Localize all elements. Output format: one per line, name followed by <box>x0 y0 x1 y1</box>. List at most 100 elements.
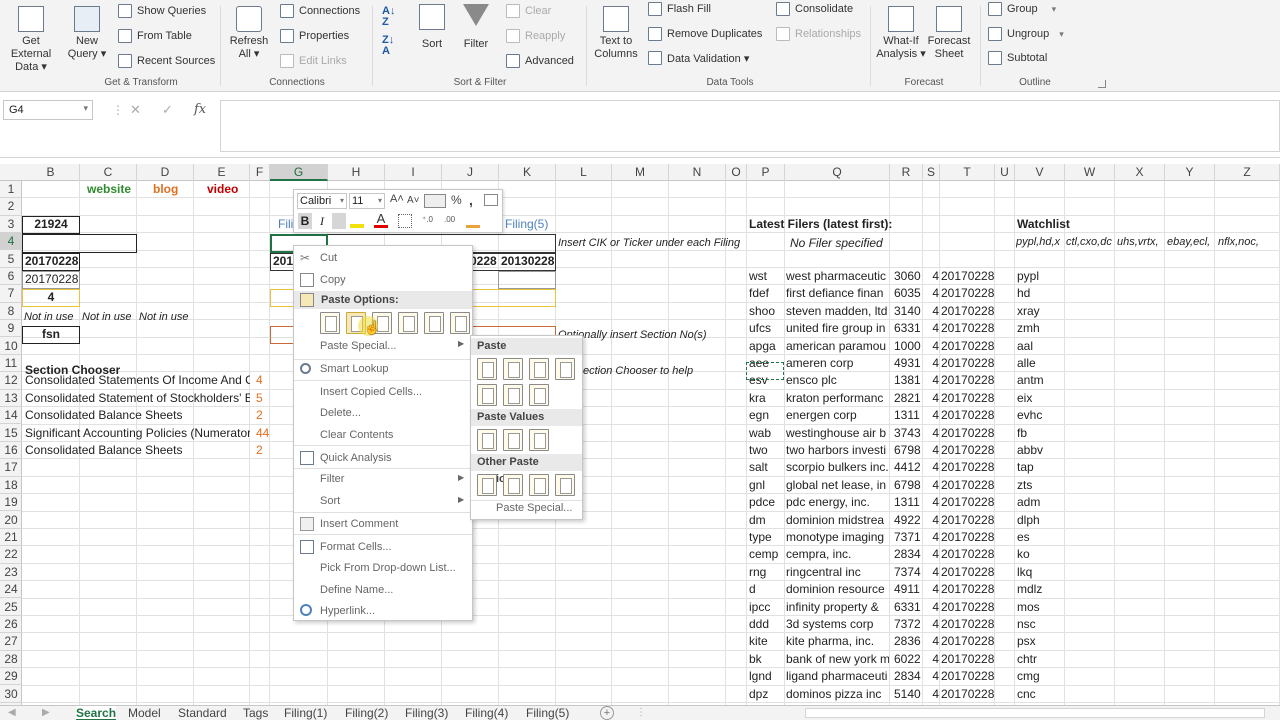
row-header-30[interactable]: 30 <box>0 686 22 703</box>
new-query-button[interactable]: New Query ▾ <box>64 6 110 61</box>
horizontal-scrollbar[interactable] <box>805 708 1265 718</box>
row-header-2[interactable]: 2 <box>0 198 22 216</box>
sheet-tab-filing2[interactable]: Filing(2) <box>345 706 388 720</box>
row-header-28[interactable]: 28 <box>0 651 22 669</box>
properties-button[interactable]: Properties <box>280 27 349 45</box>
row-header-22[interactable]: 22 <box>0 546 22 564</box>
paste-keep-source-icon[interactable] <box>555 358 575 380</box>
filter-button[interactable]: Filter <box>456 4 496 51</box>
grow-font-icon[interactable]: A˄ <box>390 193 404 209</box>
submenu-paste-special[interactable]: Paste Special... <box>496 502 572 514</box>
insert-function-icon[interactable]: fx <box>194 100 212 120</box>
column-header-i[interactable]: I <box>385 164 442 181</box>
row-header-25[interactable]: 25 <box>0 599 22 616</box>
column-header-f[interactable]: F <box>250 164 270 181</box>
connections-button[interactable]: Connections <box>280 2 360 20</box>
data-validation-button[interactable]: Data Validation ▾ <box>648 49 749 67</box>
menu-item-quick-analysis[interactable]: Quick Analysis <box>320 448 392 468</box>
sheet-tab-filing4[interactable]: Filing(4) <box>465 706 508 720</box>
get-external-data-button[interactable]: Get External Data ▾ <box>2 6 60 74</box>
name-box[interactable]: G4 ▾ <box>3 100 93 120</box>
italic-button[interactable]: I <box>316 213 328 229</box>
decrease-decimal-icon[interactable]: .00 <box>444 215 462 227</box>
flash-fill-button[interactable]: Flash Fill <box>648 0 711 18</box>
sheet-tab-tags[interactable]: Tags <box>243 706 268 720</box>
shrink-font-icon[interactable]: A˅ <box>407 195 421 209</box>
menu-item-define-name[interactable]: Define Name... <box>320 580 393 600</box>
column-header-x[interactable]: X <box>1115 164 1165 181</box>
paste-linked-picture-icon[interactable] <box>555 474 575 496</box>
scroll-right-icon[interactable]: ▶ <box>42 707 52 719</box>
row-header-3[interactable]: 3 <box>0 216 22 234</box>
paste-link-icon[interactable] <box>450 312 470 334</box>
column-header-m[interactable]: M <box>612 164 669 181</box>
column-header-r[interactable]: R <box>890 164 923 181</box>
row-header-7[interactable]: 7 <box>0 285 22 303</box>
sheet-tab-model[interactable]: Model <box>128 706 161 720</box>
scroll-left-icon[interactable]: ◀ <box>8 707 18 719</box>
row-header-21[interactable]: 21 <box>0 529 22 547</box>
row-header-13[interactable]: 13 <box>0 390 22 408</box>
forecast-sheet-button[interactable]: Forecast Sheet <box>926 6 972 61</box>
menu-item-hyperlink[interactable]: Hyperlink... <box>320 601 375 621</box>
column-header-s[interactable]: S <box>923 164 940 181</box>
paste-formatting-icon[interactable] <box>424 312 444 334</box>
column-header-n[interactable]: N <box>669 164 726 181</box>
sheet-tab-filing1[interactable]: Filing(1) <box>284 706 327 720</box>
ungroup-button[interactable]: Ungroup ▾ <box>988 25 1064 43</box>
borders-icon[interactable] <box>398 214 412 228</box>
relationships-button[interactable]: Relationships <box>776 25 861 43</box>
comma-style-button[interactable]: , <box>469 192 477 208</box>
sheet-tab-search[interactable]: Search <box>76 706 117 720</box>
fill-color-icon[interactable] <box>350 214 364 228</box>
column-header-k[interactable]: K <box>499 164 556 181</box>
menu-item-filter[interactable]: Filter <box>320 469 344 489</box>
paste-transpose-icon[interactable] <box>398 312 418 334</box>
menu-item-pick-from-list[interactable]: Pick From Drop-down List... <box>320 558 456 578</box>
menu-item-insert-comment[interactable]: Insert Comment <box>320 514 398 534</box>
reapply-button[interactable]: Reapply <box>506 27 565 45</box>
column-header-o[interactable]: O <box>726 164 747 181</box>
enter-icon[interactable]: ✓ <box>162 100 176 120</box>
increase-decimal-icon[interactable]: ⁺.0 <box>422 215 440 227</box>
row-header-19[interactable]: 19 <box>0 494 22 512</box>
row-header-26[interactable]: 26 <box>0 616 22 634</box>
menu-item-smart-lookup[interactable]: Smart Lookup <box>320 359 388 379</box>
menu-item-copy[interactable]: Copy <box>320 270 346 290</box>
what-if-analysis-button[interactable]: What-If Analysis ▾ <box>876 6 926 61</box>
sort-za-icon[interactable]: Z↓ A <box>382 35 406 59</box>
column-header-p[interactable]: P <box>747 164 785 181</box>
clear-button[interactable]: Clear <box>506 2 551 20</box>
bold-button[interactable]: B <box>298 213 312 229</box>
formula-input[interactable] <box>220 100 1280 152</box>
sheet-tab-filing5[interactable]: Filing(5) <box>526 706 569 720</box>
paste-link-icon[interactable] <box>503 474 523 496</box>
paste-no-borders-icon[interactable] <box>477 384 497 406</box>
paste-formulas-icon[interactable] <box>503 358 523 380</box>
format-table-icon[interactable] <box>484 194 498 206</box>
column-header-l[interactable]: L <box>556 164 612 181</box>
column-header-y[interactable]: Y <box>1165 164 1215 181</box>
row-header-18[interactable]: 18 <box>0 477 22 495</box>
paste-icon[interactable] <box>477 358 497 380</box>
row-header-15[interactable]: 15 <box>0 425 22 442</box>
format-painter-icon[interactable] <box>466 214 480 228</box>
paste-column-widths-icon[interactable] <box>503 384 523 406</box>
sort-button[interactable]: Sort <box>412 4 452 51</box>
percent-style-button[interactable]: % <box>451 193 463 209</box>
row-header-17[interactable]: 17 <box>0 459 22 477</box>
row-header-10[interactable]: 10 <box>0 338 22 355</box>
row-header-11[interactable]: 11 <box>0 355 22 373</box>
paste-picture-icon[interactable] <box>529 474 549 496</box>
paste-formulas-number-icon[interactable] <box>529 358 549 380</box>
row-header-1[interactable]: 1 <box>0 181 22 199</box>
paste-values-number-icon[interactable] <box>503 429 523 451</box>
font-size-select[interactable]: 11 ▾ <box>349 193 385 209</box>
from-table-button[interactable]: From Table <box>118 27 192 45</box>
align-center-icon[interactable] <box>332 213 346 229</box>
column-header-t[interactable]: T <box>940 164 995 181</box>
paste-values-source-icon[interactable] <box>529 429 549 451</box>
column-header-h[interactable]: H <box>328 164 385 181</box>
group-button[interactable]: Group ▾ <box>988 0 1056 18</box>
row-header-12[interactable]: 12 <box>0 372 22 390</box>
